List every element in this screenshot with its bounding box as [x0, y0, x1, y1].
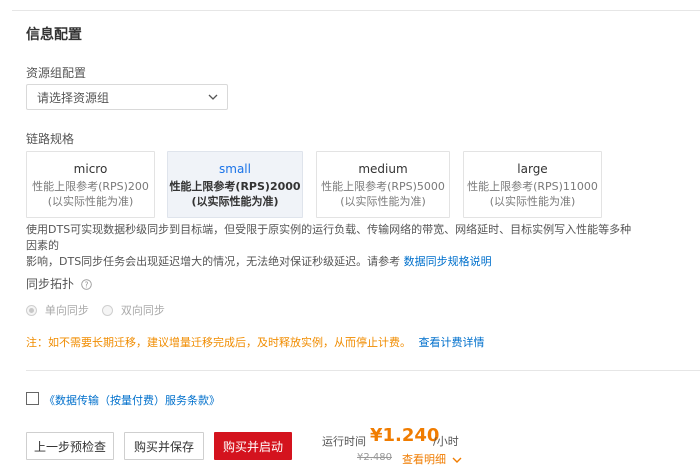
terms-link[interactable]: 《数据传输（按量付费）服务条款》 [44, 392, 220, 408]
view-details-label: 查看明细 [402, 453, 446, 466]
spec-card-title: large [517, 162, 548, 176]
prev-precheck-button[interactable]: 上一步预检查 [26, 432, 114, 460]
spec-card-note: (以实际性能为准) [340, 195, 426, 208]
spec-card-rps: 性能上限参考(RPS)5000 [321, 180, 445, 193]
spec-card-title: medium [358, 162, 408, 176]
spec-card-large[interactable]: large 性能上限参考(RPS)11000 (以实际性能为准) [463, 151, 602, 218]
topology-label: 同步拓扑 ? [26, 275, 92, 292]
spec-card-title: small [219, 162, 251, 176]
spec-card-title: micro [73, 162, 108, 176]
billing-note: 注：如不需要长期迁移，建议增量迁移完成后，及时释放实例，从而停止计费。 查看计费… [26, 334, 485, 350]
topology-radio-twoway[interactable]: 双向同步 [102, 302, 165, 318]
resource-group-select[interactable]: 请选择资源组 [26, 84, 228, 110]
spec-description-line1: 使用DTS可实现数据秒级同步到目标端，但受限于原实例的运行负载、传输网络的带宽、… [26, 223, 632, 252]
spec-card-rps: 性能上限参考(RPS)200 [32, 180, 149, 193]
original-price: ¥2.480 [357, 452, 392, 463]
topology-radio-oneway[interactable]: 单向同步 [26, 302, 89, 318]
topology-label-text: 同步拓扑 [26, 277, 75, 291]
radio-circle-checked [26, 304, 37, 316]
spec-card-note: (以实际性能为准) [191, 195, 279, 208]
spec-card-note: (以实际性能为准) [47, 195, 134, 208]
top-divider [12, 10, 700, 11]
price-value: ¥1.240 [370, 425, 440, 446]
terms-checkbox[interactable] [26, 392, 39, 405]
bottom-divider [26, 370, 700, 371]
runtime-label: 运行时间 [322, 435, 366, 448]
svg-text:?: ? [84, 280, 88, 289]
buy-and-start-button[interactable]: 购买并启动 [214, 432, 292, 460]
section-title: 信息配置 [26, 27, 82, 43]
help-icon[interactable]: ? [81, 279, 92, 290]
chevron-down-icon [452, 457, 461, 463]
spec-card-rps: 性能上限参考(RPS)2000 [169, 180, 301, 193]
billing-note-text: 注：如不需要长期迁移，建议增量迁移完成后，及时释放实例，从而停止计费。 [26, 336, 411, 349]
resource-group-placeholder: 请选择资源组 [37, 90, 110, 105]
radio-label: 双向同步 [120, 304, 165, 317]
radio-label: 单向同步 [44, 304, 89, 317]
spec-card-rps: 性能上限参考(RPS)11000 [467, 180, 598, 193]
radio-circle [102, 304, 113, 316]
buy-and-save-button[interactable]: 购买并保存 [124, 432, 204, 460]
spec-card-note: (以实际性能为准) [489, 195, 576, 208]
spec-card-small[interactable]: small 性能上限参考(RPS)2000 (以实际性能为准) [167, 151, 303, 218]
spec-description: 使用DTS可实现数据秒级同步到目标端，但受限于原实例的运行负载、传输网络的带宽、… [26, 222, 636, 270]
billing-details-link[interactable]: 查看计费详情 [419, 336, 485, 349]
chevron-down-icon [208, 94, 218, 100]
spec-doc-link[interactable]: 数据同步规格说明 [404, 255, 492, 268]
spec-card-medium[interactable]: medium 性能上限参考(RPS)5000 (以实际性能为准) [316, 151, 450, 218]
spec-card-micro[interactable]: micro 性能上限参考(RPS)200 (以实际性能为准) [26, 151, 155, 218]
view-details-link[interactable]: 查看明细 [402, 451, 462, 467]
resource-group-label: 资源组配置 [26, 66, 87, 80]
link-spec-label: 链路规格 [26, 132, 75, 146]
spec-description-line2: 影响，DTS同步任务会出现延迟增大的情况，无法绝对保证秒级延迟。请参考 [26, 255, 401, 268]
price-unit: /小时 [433, 435, 459, 448]
